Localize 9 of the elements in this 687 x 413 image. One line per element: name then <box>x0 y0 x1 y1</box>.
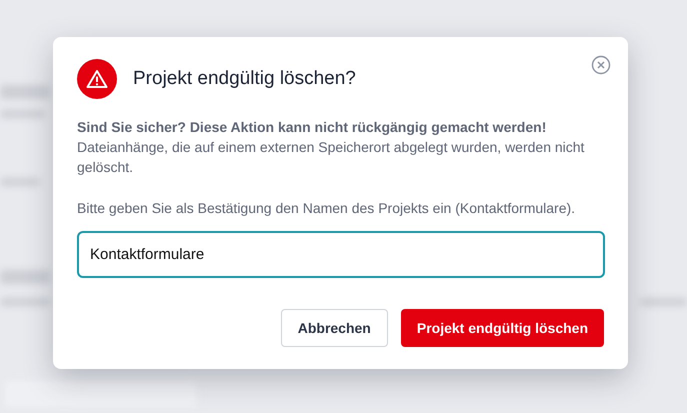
warning-text: Sind Sie sicher? Diese Aktion kann nicht rückgängig gemacht werden! <box>77 118 548 137</box>
warning-icon <box>77 59 117 99</box>
dialog-title: Projekt endgültig löschen? <box>133 68 356 90</box>
message-text: Dateianhänge, die auf einem externen Speicherort abgelegt wurden, werden nicht gelöscht. <box>77 138 586 177</box>
project-name-field[interactable]: Kontaktformulare <box>77 231 605 278</box>
close-icon[interactable] <box>591 55 611 75</box>
cancel-button[interactable]: Abbrechen <box>280 309 388 347</box>
delete-button[interactable]: Projekt endgültig löschen <box>400 309 604 347</box>
prompt-text: Bitte geben Sie als Bestätigung den Namen des Projekts ein (Kontaktformulare). <box>77 199 576 218</box>
